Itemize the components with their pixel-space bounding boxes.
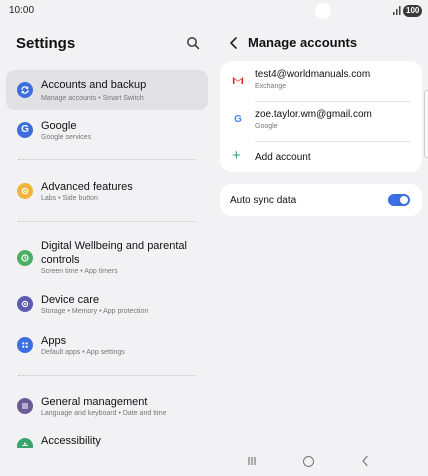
- settings-item-accessibility[interactable]: Accessibility: [6, 428, 208, 448]
- signal-icon: [393, 6, 401, 15]
- settings-item-subtitle: Default apps • App settings: [41, 349, 125, 356]
- account-type: Exchange: [255, 83, 287, 90]
- google-g-icon: G: [234, 114, 242, 125]
- accessibility-icon: [17, 438, 33, 448]
- settings-item-title: Device care: [41, 294, 100, 306]
- settings-item-subtitle: Screen time • App timers: [41, 268, 118, 275]
- settings-item-digital-wellbeing[interactable]: Digital Wellbeing and parental controls …: [6, 234, 208, 280]
- sliders-icon: [17, 398, 33, 414]
- settings-item-general-management[interactable]: General management Language and keyboard…: [6, 387, 208, 425]
- account-email: zoe.taylor.wm@gmail.com: [255, 109, 372, 120]
- back-icon[interactable]: [361, 455, 369, 467]
- search-icon[interactable]: [186, 36, 200, 50]
- settings-item-apps[interactable]: Apps Default apps • App settings: [6, 326, 208, 364]
- settings-item-title-line2: controls: [41, 254, 80, 266]
- section-divider: [18, 221, 196, 222]
- add-icon: +: [232, 147, 241, 164]
- settings-item-title: General management: [41, 396, 148, 408]
- section-divider: [18, 159, 196, 160]
- settings-item-subtitle: Language and keyboard • Date and time: [41, 410, 167, 417]
- sync-icon: [17, 82, 33, 98]
- device-care-icon: [17, 296, 33, 312]
- settings-item-subtitle: Storage • Memory • App protection: [41, 308, 149, 315]
- settings-item-subtitle: Labs • Side button: [41, 195, 98, 202]
- home-icon[interactable]: [303, 456, 314, 467]
- settings-item-title: Accounts and backup: [41, 79, 147, 91]
- settings-item-title: Apps: [41, 335, 67, 347]
- add-account-button[interactable]: + Add account: [220, 141, 422, 172]
- google-g-icon: G: [17, 122, 33, 138]
- settings-item-title: Advanced features: [41, 181, 133, 193]
- account-row-google[interactable]: G zoe.taylor.wm@gmail.com Google: [220, 101, 422, 141]
- edge-panel-handle[interactable]: [424, 90, 428, 158]
- settings-item-subtitle: Manage accounts • Smart Switch: [41, 95, 144, 102]
- settings-item-title: Accessibility: [41, 435, 101, 447]
- account-row-exchange[interactable]: test4@worldmanuals.com Exchange: [220, 61, 422, 101]
- manage-accounts-title: Manage accounts: [248, 35, 358, 50]
- settings-item-subtitle: Google services: [41, 134, 92, 141]
- status-time: 10:00: [9, 5, 35, 16]
- settings-item-google[interactable]: G Google Google services: [6, 111, 208, 149]
- status-bar: 10:00 100: [0, 0, 428, 22]
- recents-icon[interactable]: [246, 456, 258, 466]
- account-email: test4@worldmanuals.com: [255, 69, 371, 80]
- accounts-card: test4@worldmanuals.com Exchange G zoe.ta…: [220, 61, 422, 172]
- settings-item-accounts-and-backup[interactable]: Accounts and backup Manage accounts • Sm…: [6, 70, 208, 110]
- gear-plus-icon: [17, 183, 33, 199]
- settings-item-advanced-features[interactable]: Advanced features Labs • Side button: [6, 172, 208, 210]
- camera-cutout: [315, 3, 331, 19]
- auto-sync-toggle[interactable]: [388, 194, 410, 206]
- back-chevron-icon[interactable]: [229, 37, 239, 49]
- apps-grid-icon: [17, 337, 33, 353]
- settings-item-title-line1: Digital Wellbeing and parental: [41, 240, 187, 252]
- toggle-knob: [400, 196, 408, 204]
- page-title: Settings: [16, 35, 76, 52]
- gmail-icon: [231, 74, 245, 86]
- auto-sync-card[interactable]: Auto sync data: [220, 184, 422, 216]
- settings-item-device-care[interactable]: Device care Storage • Memory • App prote…: [6, 285, 208, 323]
- section-divider: [18, 375, 196, 376]
- settings-item-title: Google: [41, 120, 77, 132]
- add-account-label: Add account: [255, 152, 311, 163]
- account-type: Google: [255, 123, 278, 130]
- screen: 10:00 100 Settings Accounts and backup M…: [0, 0, 428, 476]
- auto-sync-label: Auto sync data: [230, 195, 297, 206]
- wellbeing-icon: [17, 250, 33, 266]
- battery-icon: 100: [403, 5, 423, 17]
